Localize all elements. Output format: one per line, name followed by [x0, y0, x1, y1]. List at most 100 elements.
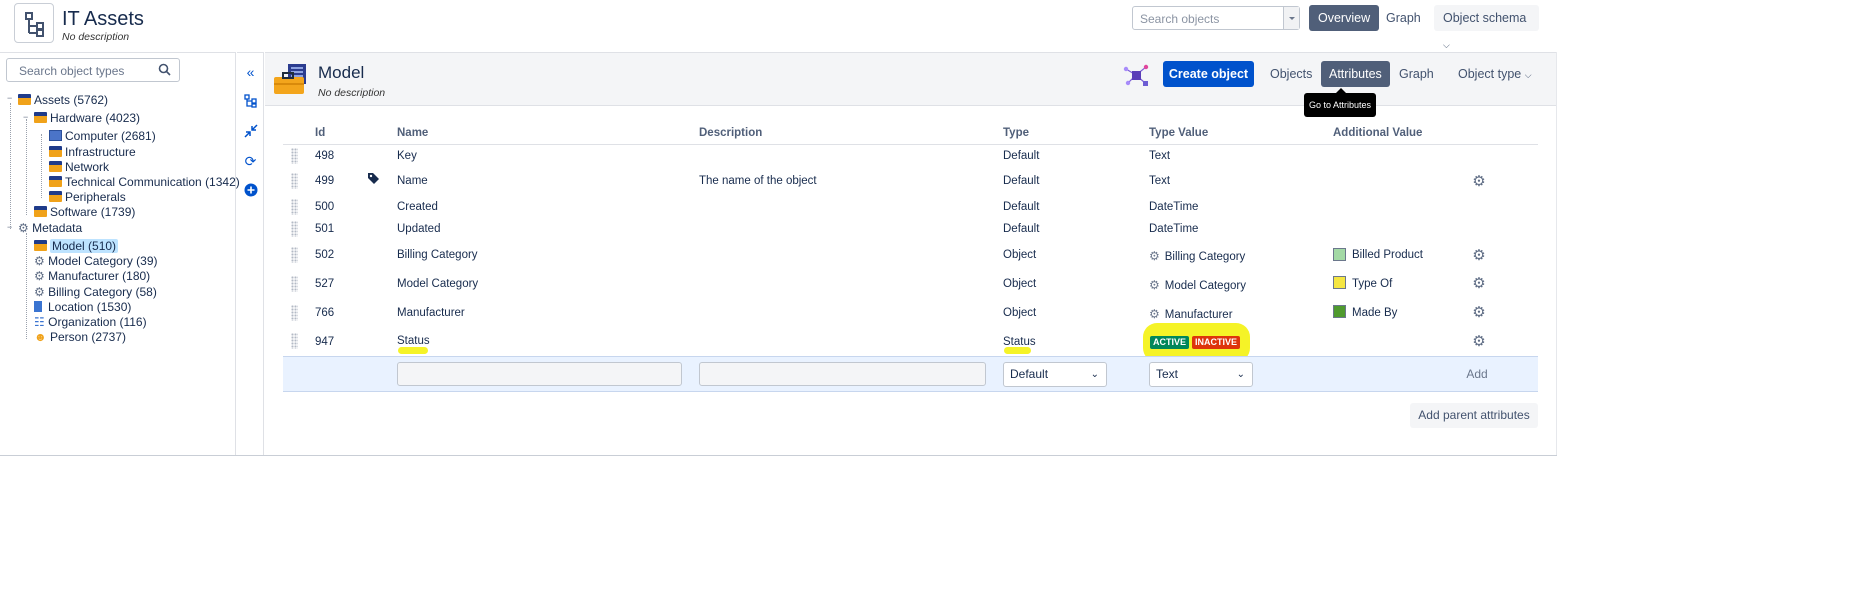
chevron-down-icon: ⌄ [1236, 369, 1245, 380]
panel-divider [1556, 52, 1557, 456]
search-object-types-input[interactable]: Search object types [6, 58, 180, 82]
cell-name[interactable]: Created [397, 201, 438, 213]
org-chart-icon: ☷ [34, 315, 45, 329]
status-badge-active: ACTIVE [1150, 336, 1190, 349]
cell-type: Status [1003, 336, 1036, 348]
gear-icon[interactable]: ⚙ [1471, 248, 1487, 264]
tree-item-label: Model Category (39) [48, 254, 158, 268]
tree-item-metadata[interactable]: ⚙ Metadata [18, 221, 82, 236]
add-parent-attributes-button[interactable]: Add parent attributes [1410, 403, 1538, 428]
collapse-toggle-icon[interactable]: − [23, 113, 30, 122]
tree-item-person[interactable]: ☻ Person (2737) [34, 330, 126, 345]
cell-id: 766 [315, 307, 335, 319]
tree-item-billing-category[interactable]: ⚙ Billing Category (58) [34, 285, 157, 300]
drag-handle-icon[interactable] [291, 221, 298, 237]
tree-item-label: Technical Communication (1342) [65, 175, 240, 189]
tree-item-peripherals[interactable]: Peripherals [49, 190, 126, 205]
cell-name[interactable]: Manufacturer [397, 307, 465, 319]
tree-item-hardware[interactable]: Hardware (4023) [34, 111, 140, 126]
column-header-additional-value[interactable]: Additional Value [1333, 127, 1422, 139]
cell-type: Default [1003, 175, 1040, 187]
graph-nodes-icon [1122, 61, 1150, 89]
drag-handle-icon[interactable] [291, 333, 298, 349]
chevron-down-icon: ⌵ [1443, 40, 1450, 50]
create-object-button[interactable]: Create object [1163, 61, 1254, 87]
add-circle-icon[interactable] [243, 183, 258, 198]
object-type-label: Object type [1458, 67, 1522, 81]
collapse-toggle-icon[interactable]: − [7, 94, 14, 103]
add-attribute-button[interactable]: Add [1457, 362, 1497, 387]
tree-action-strip [237, 52, 264, 456]
type-select[interactable]: Default ⌄ [1003, 362, 1107, 387]
cell-name[interactable]: Updated [397, 223, 440, 235]
gear-icon[interactable]: ⚙ [1471, 174, 1487, 190]
refresh-icon[interactable]: ⟳ [243, 154, 258, 169]
new-attribute-name-input[interactable] [397, 362, 682, 386]
collapse-toggle-icon[interactable]: − [7, 223, 14, 232]
type-value-select[interactable]: Text ⌄ [1149, 362, 1253, 387]
drag-handle-icon[interactable] [291, 148, 298, 164]
color-swatch [1333, 276, 1346, 289]
drag-handle-icon[interactable] [291, 199, 298, 215]
monitor-icon [49, 130, 62, 141]
tree-item-label: Assets (5762) [34, 93, 109, 107]
cell-name[interactable]: Name [397, 175, 428, 187]
tree-connector [41, 134, 42, 198]
drag-handle-icon[interactable] [291, 305, 298, 321]
tree-item-organization[interactable]: ☷ Organization (116) [34, 315, 147, 330]
cell-name[interactable]: Model Category [397, 278, 478, 290]
cell-type: Default [1003, 223, 1040, 235]
tree-item-network[interactable]: Network [49, 160, 109, 175]
tab-graph[interactable]: Graph [1391, 61, 1442, 87]
drag-handle-icon[interactable] [291, 173, 298, 189]
cell-name[interactable]: Status [397, 335, 430, 347]
tree-item-label: Model (510) [50, 239, 119, 253]
tree-item-location[interactable]: Location (1530) [34, 300, 131, 315]
new-attribute-description-input[interactable] [699, 362, 986, 386]
folder-icon [34, 112, 47, 123]
page-description: No description [62, 31, 130, 43]
gear-icon[interactable]: ⚙ [1471, 305, 1487, 321]
cell-id: 502 [315, 249, 335, 261]
cell-id: 527 [315, 278, 335, 290]
cell-id: 500 [315, 201, 335, 213]
column-header-type-value[interactable]: Type Value [1149, 127, 1208, 139]
tree-item-computer[interactable]: Computer (2681) [49, 129, 156, 144]
gear-icon[interactable]: ⚙ [1471, 334, 1487, 350]
search-objects-input[interactable]: Search objects [1132, 6, 1300, 30]
tree-item-label: Software (1739) [50, 205, 136, 219]
column-header-id[interactable]: Id [315, 127, 325, 139]
folder-icon [49, 191, 62, 202]
tree-item-model[interactable]: Model (510) [34, 239, 119, 254]
gear-icon: ⚙ [18, 221, 29, 235]
drag-handle-icon[interactable] [291, 276, 298, 292]
tree-item-label: Hardware (4023) [50, 111, 141, 125]
tree-item-infrastructure[interactable]: Infrastructure [49, 145, 136, 160]
drag-handle-icon[interactable] [291, 247, 298, 263]
tree-item-software[interactable]: Software (1739) [34, 205, 135, 220]
cell-type-value: Text [1149, 175, 1171, 187]
cell-type: Object [1003, 278, 1037, 290]
object-type-dropdown[interactable]: Object type ⌵ [1450, 61, 1540, 87]
page-bottom-divider [0, 455, 1557, 456]
tab-attributes[interactable]: Attributes [1321, 61, 1390, 87]
tree-structure-icon[interactable] [243, 94, 258, 109]
overview-button[interactable]: Overview [1309, 5, 1380, 31]
gear-icon[interactable]: ⚙ [1471, 276, 1487, 292]
tree-item-assets[interactable]: Assets (5762) [18, 93, 108, 108]
column-header-description[interactable]: Description [699, 127, 762, 139]
tree-item-technical-communication[interactable]: Technical Communication (1342) [49, 175, 240, 190]
tree-item-manufacturer[interactable]: ⚙ Manufacturer (180) [34, 269, 150, 284]
cell-name[interactable]: Key [397, 150, 417, 162]
graph-button[interactable]: Graph [1377, 5, 1430, 31]
tree-item-model-category[interactable]: ⚙ Model Category (39) [34, 254, 158, 269]
object-schema-dropdown[interactable]: Object schema ⌵ [1434, 5, 1539, 50]
type-value-label: Manufacturer [1164, 309, 1233, 321]
tab-objects[interactable]: Objects [1262, 61, 1320, 87]
collapse-all-icon[interactable] [243, 124, 258, 139]
column-header-type[interactable]: Type [1003, 127, 1029, 139]
column-header-name[interactable]: Name [397, 127, 428, 139]
chevron-down-icon[interactable] [1283, 7, 1299, 29]
cell-name[interactable]: Billing Category [397, 249, 478, 261]
collapse-panel-icon[interactable]: « [243, 65, 258, 80]
